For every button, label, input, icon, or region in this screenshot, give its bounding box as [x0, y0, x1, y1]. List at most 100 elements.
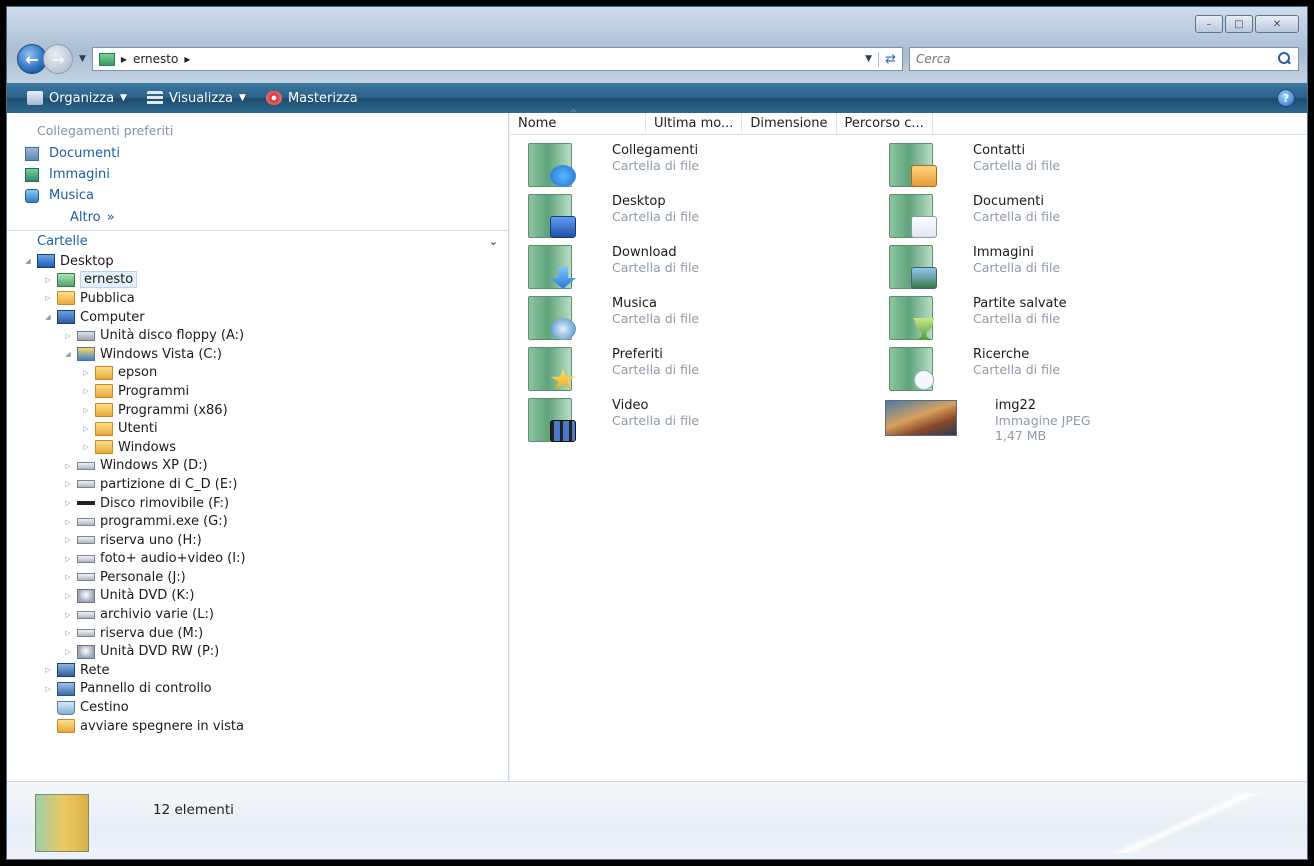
expand-arrow-icon[interactable]: ▷ — [81, 425, 91, 433]
tree-item-label: Unità DVD RW (P:) — [100, 644, 220, 660]
tree-item[interactable]: ▷ ernesto — [7, 271, 508, 290]
file-item[interactable]: img22 Immagine JPEG 1,47 MB — [885, 396, 1246, 443]
expand-arrow-icon[interactable]: ▷ — [63, 332, 73, 340]
file-item[interactable]: Contatti Cartella di file — [885, 141, 1246, 187]
tree-item[interactable]: ▷ Unità DVD (K:) — [7, 587, 508, 606]
close-button[interactable]: ✕ — [1255, 15, 1299, 33]
network-icon — [57, 663, 75, 678]
maximize-button[interactable]: □ — [1225, 15, 1253, 33]
column-header-path[interactable]: Percorso c... — [837, 113, 933, 134]
file-type: Cartella di file — [612, 209, 700, 224]
expand-arrow-icon[interactable]: ◢ — [23, 257, 33, 265]
tree-item[interactable]: ▷ epson — [7, 364, 508, 383]
recent-pages-dropdown[interactable]: ▼ — [79, 54, 86, 64]
forward-button[interactable]: → — [43, 44, 73, 74]
expand-arrow-icon[interactable]: ▷ — [63, 499, 73, 507]
expand-arrow-icon[interactable]: ▷ — [63, 462, 73, 470]
expand-arrow-icon[interactable]: ◢ — [63, 350, 73, 358]
expand-arrow-icon[interactable]: ▷ — [63, 611, 73, 619]
file-item[interactable]: Documenti Cartella di file — [885, 192, 1246, 238]
hard-drive-icon — [77, 461, 95, 470]
breadcrumb-separator[interactable]: ▸ — [121, 52, 127, 66]
expand-arrow-icon[interactable]: ▷ — [43, 666, 53, 674]
tree-item[interactable]: ▷ programmi.exe (G:) — [7, 512, 508, 531]
file-item[interactable]: Video Cartella di file — [524, 396, 885, 442]
expand-arrow-icon[interactable]: ◢ — [43, 313, 53, 321]
tree-item[interactable]: ▷ archivio varie (L:) — [7, 605, 508, 624]
tree-item[interactable]: ▷ Pubblica — [7, 289, 508, 308]
tree-item[interactable]: ▷ partizione di C_D (E:) — [7, 475, 508, 494]
tree-item[interactable]: ▷ Disco rimovibile (F:) — [7, 494, 508, 513]
navigation-pane: Collegamenti preferiti Documenti Immagin… — [7, 113, 509, 781]
hard-drive-icon — [77, 480, 95, 489]
tree-item[interactable]: ▷ Windows — [7, 438, 508, 457]
tree-item-label: Rete — [80, 662, 110, 678]
chevron-down-icon[interactable]: ⌄ — [489, 235, 498, 248]
breadcrumb-separator[interactable]: ▸ — [184, 52, 190, 66]
tree-item[interactable]: avviare spegnere in vista — [7, 717, 508, 736]
tree-item[interactable]: ▷ riserva due (M:) — [7, 624, 508, 643]
search-icon[interactable] — [1276, 51, 1292, 67]
tree-item[interactable]: ▷ riserva uno (H:) — [7, 531, 508, 550]
expand-arrow-icon[interactable]: ▷ — [43, 294, 53, 302]
address-history-dropdown[interactable]: ▼ — [865, 54, 872, 64]
view-button[interactable]: Visualizza ▼ — [137, 83, 256, 113]
tree-item[interactable]: ▷ Pannello di controllo — [7, 680, 508, 699]
search-input[interactable] — [916, 52, 1276, 66]
favorites-more-link[interactable]: Altro » — [7, 206, 508, 228]
file-item[interactable]: Musica Cartella di file — [524, 294, 885, 340]
file-item[interactable]: Partite salvate Cartella di file — [885, 294, 1246, 340]
help-icon[interactable]: ? — [1277, 89, 1295, 107]
file-item[interactable]: Download Cartella di file — [524, 243, 885, 289]
expand-arrow-icon[interactable]: ▷ — [63, 648, 73, 656]
tree-item[interactable]: ▷ Unità disco floppy (A:) — [7, 326, 508, 345]
expand-arrow-icon[interactable]: ▷ — [63, 592, 73, 600]
expand-arrow-icon[interactable]: ▷ — [43, 276, 53, 284]
expand-arrow-icon[interactable]: ▷ — [43, 685, 53, 693]
tree-item-label: foto+ audio+video (I:) — [100, 551, 246, 567]
breadcrumb-ernesto[interactable]: ernesto — [133, 52, 178, 66]
expand-arrow-icon[interactable]: ▷ — [63, 629, 73, 637]
favorite-documents[interactable]: Documenti — [7, 143, 508, 164]
folders-header[interactable]: Cartelle ⌄ — [7, 230, 508, 252]
column-header-name[interactable]: Nome — [510, 109, 646, 134]
tree-item[interactable]: ▷ Rete — [7, 661, 508, 680]
column-header-modified[interactable]: Ultima mo... — [646, 113, 743, 134]
tree-item[interactable]: ◢ Computer — [7, 308, 508, 327]
file-item[interactable]: Desktop Cartella di file — [524, 192, 885, 238]
tree-item[interactable]: ▷ Personale (J:) — [7, 568, 508, 587]
file-item[interactable]: Preferiti Cartella di file — [524, 345, 885, 391]
organize-button[interactable]: Organizza ▼ — [17, 83, 137, 113]
address-bar[interactable]: ▸ ernesto ▸ ▼ ⇄ — [91, 47, 903, 71]
tree-item[interactable]: ▷ Programmi — [7, 382, 508, 401]
tree-item[interactable]: ▷ Utenti — [7, 419, 508, 438]
search-box[interactable] — [909, 47, 1299, 71]
tree-item[interactable]: Cestino — [7, 698, 508, 717]
expand-arrow-icon[interactable]: ▷ — [63, 480, 73, 488]
tree-item[interactable]: ◢ Desktop — [7, 252, 508, 271]
tree-item[interactable]: ▷ Unità DVD RW (P:) — [7, 642, 508, 661]
tree-item-label: Unità DVD (K:) — [100, 588, 195, 604]
minimize-button[interactable]: – — [1195, 15, 1223, 33]
column-header-size[interactable]: Dimensione — [742, 113, 837, 134]
file-item[interactable]: Ricerche Cartella di file — [885, 345, 1246, 391]
expand-arrow-icon[interactable]: ▷ — [63, 555, 73, 563]
tree-item[interactable]: ▷ Programmi (x86) — [7, 401, 508, 420]
file-type: Cartella di file — [973, 209, 1061, 224]
expand-arrow-icon[interactable]: ▷ — [81, 369, 91, 377]
expand-arrow-icon[interactable]: ▷ — [81, 387, 91, 395]
expand-arrow-icon[interactable]: ▷ — [63, 518, 73, 526]
expand-arrow-icon[interactable]: ▷ — [63, 536, 73, 544]
favorite-music[interactable]: Musica — [7, 185, 508, 206]
tree-item[interactable]: ▷ Windows XP (D:) — [7, 457, 508, 476]
favorite-pictures[interactable]: Immagini — [7, 164, 508, 185]
expand-arrow-icon[interactable]: ▷ — [63, 573, 73, 581]
expand-arrow-icon[interactable]: ▷ — [81, 443, 91, 451]
file-item[interactable]: Immagini Cartella di file — [885, 243, 1246, 289]
tree-item[interactable]: ▷ foto+ audio+video (I:) — [7, 550, 508, 569]
expand-arrow-icon[interactable]: ▷ — [81, 406, 91, 414]
burn-button[interactable]: Masterizza — [256, 83, 368, 113]
refresh-icon[interactable]: ⇄ — [878, 51, 896, 67]
file-item[interactable]: Collegamenti Cartella di file — [524, 141, 885, 187]
tree-item[interactable]: ◢ Windows Vista (C:) — [7, 345, 508, 364]
